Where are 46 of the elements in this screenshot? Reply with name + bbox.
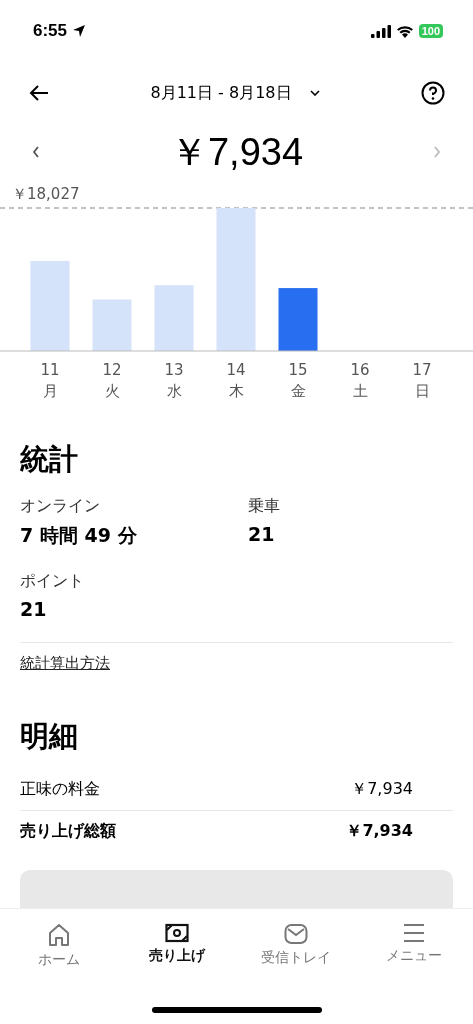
detail-amount: ￥7,934 [346, 821, 413, 842]
stat-label: オンライン [20, 496, 101, 517]
tab-bar-item[interactable]: 受信トレイ [236, 909, 355, 989]
location-arrow-icon [72, 24, 87, 38]
stat-value: 7 時間 49 分 [20, 523, 138, 548]
menu-icon [402, 923, 425, 943]
banknote-icon [165, 923, 190, 943]
next-week-icon[interactable] [433, 146, 441, 158]
status-time: 6:55 [33, 21, 68, 41]
chart-bar[interactable] [154, 285, 194, 351]
day-label[interactable]: 16 土 [350, 361, 370, 400]
stat-label: 乗車 [248, 496, 281, 517]
wifi-icon [395, 24, 414, 38]
envelope-icon [283, 923, 308, 945]
chart-bar[interactable] [216, 208, 256, 351]
detail-amount: ￥7,934 [351, 779, 413, 800]
date-range-selector[interactable]: 8月11日 - 8月18日 [146, 78, 324, 108]
day-label[interactable]: 11 月 [40, 361, 60, 400]
tab-bar-item[interactable]: ホーム [0, 909, 119, 989]
tab-bar-item[interactable]: 売り上げ [118, 909, 237, 989]
tab-bar-item[interactable]: メニュー [354, 909, 473, 989]
stat-value: 21 [248, 523, 276, 545]
day-label[interactable]: 12 火 [102, 361, 122, 400]
previous-week-icon[interactable] [32, 146, 40, 158]
chevron-down-icon [309, 90, 320, 96]
battery-indicator: 100 [418, 24, 443, 38]
chart-bar[interactable] [92, 299, 132, 351]
detail-label: 売り上げ総額 [20, 821, 116, 842]
stat-value: 21 [20, 598, 48, 620]
home-icon [47, 923, 72, 947]
section-title: 統計 [20, 441, 79, 478]
day-label[interactable]: 13 水 [164, 361, 184, 400]
stats-method-link[interactable]: 統計算出方法 [20, 654, 110, 672]
detail-label: 正味の料金 [20, 779, 100, 800]
help-icon[interactable] [421, 81, 445, 105]
axis-max-label: ￥18,027 [12, 185, 80, 203]
day-label[interactable]: 15 金 [288, 361, 308, 400]
total-earnings: ￥7,934 [169, 129, 304, 175]
chart-bar[interactable] [278, 288, 318, 351]
back-arrow-icon[interactable] [29, 84, 49, 102]
day-label[interactable]: 17 日 [412, 361, 432, 400]
chart-bar[interactable] [30, 260, 70, 351]
day-label[interactable]: 14 木 [226, 361, 246, 400]
stat-label: ポイント [20, 571, 85, 592]
signal-icon [370, 24, 391, 38]
section-title: 明細 [20, 718, 79, 755]
